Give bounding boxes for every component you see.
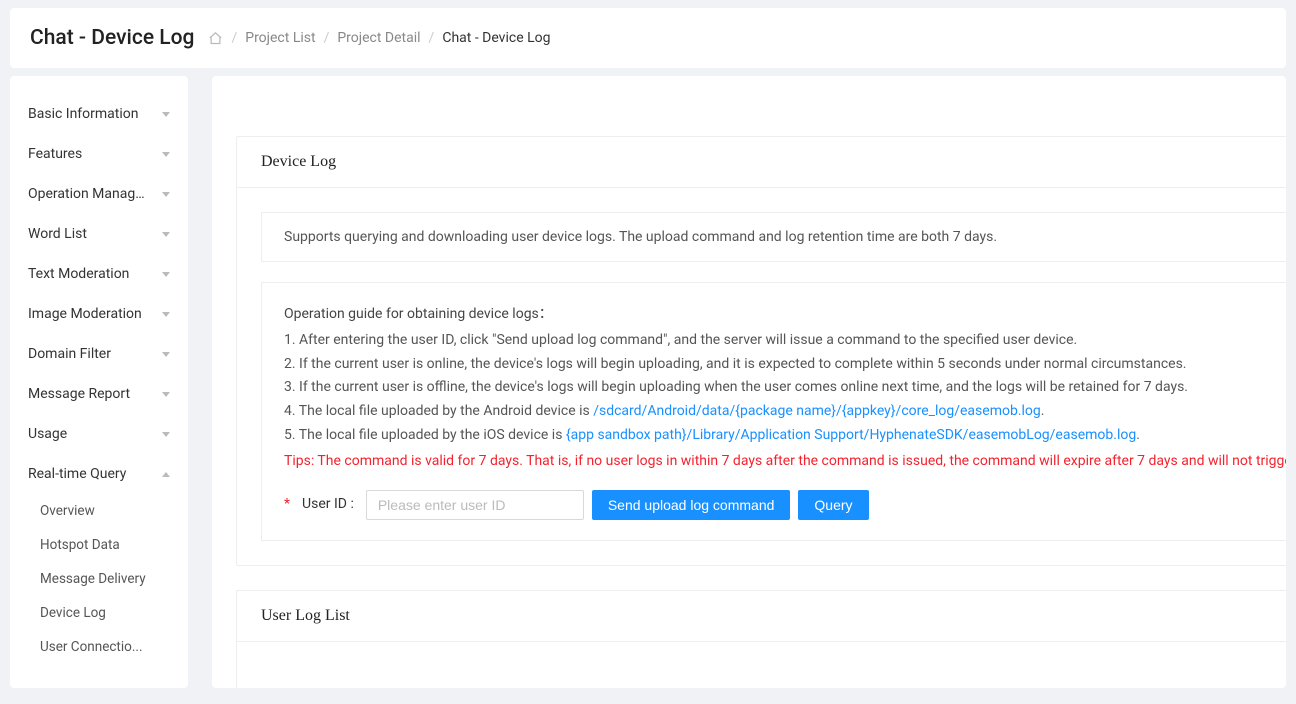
sidebar-item-real-time-query[interactable]: Real-time Query [10, 454, 188, 494]
guide-step-4-post: . [1041, 403, 1045, 419]
chevron-down-icon [162, 112, 170, 117]
guide-step-5-post: . [1136, 427, 1140, 443]
chevron-up-icon [162, 472, 170, 477]
sidebar-sub-overview[interactable]: Overview [10, 494, 188, 528]
device-log-card: Device Log Supports querying and downloa… [236, 136, 1286, 566]
guide-step-3: 3. If the current user is offline, the d… [284, 376, 1286, 400]
user-id-input[interactable] [366, 490, 584, 520]
breadcrumb-project-list[interactable]: Project List [245, 30, 315, 46]
guide-step-5: 5. The local file uploaded by the iOS de… [284, 424, 1286, 448]
sidebar-item-label: Usage [28, 426, 146, 442]
sidebar-sub-user-connection[interactable]: User Connectio... [10, 630, 188, 664]
breadcrumb-current: Chat - Device Log [442, 30, 550, 46]
sidebar-item-basic-information[interactable]: Basic Information [10, 94, 188, 134]
device-log-guide: Operation guide for obtaining device log… [261, 282, 1286, 541]
breadcrumb-sep: / [429, 30, 435, 46]
main-content[interactable]: Device Log Supports querying and downloa… [212, 76, 1286, 688]
sidebar-item-label: Basic Information [28, 106, 146, 122]
breadcrumb-sep: / [231, 30, 237, 46]
device-log-title: Device Log [237, 137, 1286, 188]
header-bar: Chat - Device Log / Project List / Proje… [10, 8, 1286, 68]
android-path-link: /sdcard/Android/data/{package name}/{app… [593, 403, 1041, 419]
sidebar-sub-hotspot-data[interactable]: Hotspot Data [10, 528, 188, 562]
guide-tip: Tips: The command is valid for 7 days. T… [284, 450, 1286, 474]
user-log-list-card: User Log List [236, 590, 1286, 688]
sidebar: Basic Information Features Operation Man… [10, 76, 188, 688]
page-title: Chat - Device Log [30, 26, 194, 50]
sidebar-sub-message-delivery[interactable]: Message Delivery [10, 562, 188, 596]
send-upload-log-command-button[interactable]: Send upload log command [592, 490, 791, 520]
home-icon[interactable] [208, 31, 223, 46]
sidebar-item-label: Features [28, 146, 146, 162]
sidebar-item-label: Message Report [28, 386, 146, 402]
chevron-down-icon [162, 392, 170, 397]
sidebar-item-features[interactable]: Features [10, 134, 188, 174]
device-log-alert: Supports querying and downloading user d… [261, 212, 1286, 262]
guide-title: Operation guide for obtaining device log… [284, 303, 1286, 327]
sidebar-item-label: Domain Filter [28, 346, 146, 362]
guide-step-4-pre: 4. The local file uploaded by the Androi… [284, 403, 593, 419]
chevron-down-icon [162, 272, 170, 277]
chevron-down-icon [162, 192, 170, 197]
breadcrumb-sep: / [324, 30, 330, 46]
sidebar-item-label: Operation Manag... [28, 186, 146, 202]
chevron-down-icon [162, 352, 170, 357]
chevron-down-icon [162, 232, 170, 237]
guide-step-2: 2. If the current user is online, the de… [284, 353, 1286, 377]
sidebar-item-domain-filter[interactable]: Domain Filter [10, 334, 188, 374]
sidebar-item-word-list[interactable]: Word List [10, 214, 188, 254]
sidebar-item-message-report[interactable]: Message Report [10, 374, 188, 414]
user-id-label: User ID : [302, 493, 354, 517]
chevron-down-icon [162, 312, 170, 317]
query-button[interactable]: Query [798, 490, 868, 520]
chevron-down-icon [162, 152, 170, 157]
sidebar-item-text-moderation[interactable]: Text Moderation [10, 254, 188, 294]
guide-step-5-pre: 5. The local file uploaded by the iOS de… [284, 427, 566, 443]
breadcrumb: / Project List / Project Detail / Chat -… [208, 30, 550, 46]
sidebar-item-label: Real-time Query [28, 466, 146, 482]
required-star-icon: * [284, 493, 290, 517]
sidebar-item-label: Text Moderation [28, 266, 146, 282]
sidebar-item-label: Word List [28, 226, 146, 242]
user-log-list-title: User Log List [237, 591, 1286, 642]
breadcrumb-project-detail[interactable]: Project Detail [337, 30, 420, 46]
chevron-down-icon [162, 432, 170, 437]
user-id-form-row: * User ID : Send upload log command Quer… [284, 490, 1286, 520]
sidebar-sub-device-log[interactable]: Device Log [10, 596, 188, 630]
sidebar-item-usage[interactable]: Usage [10, 414, 188, 454]
sidebar-item-operation-management[interactable]: Operation Manag... [10, 174, 188, 214]
sidebar-item-image-moderation[interactable]: Image Moderation [10, 294, 188, 334]
guide-step-1: 1. After entering the user ID, click "Se… [284, 329, 1286, 353]
sidebar-item-label: Image Moderation [28, 306, 146, 322]
ios-path-link: {app sandbox path}/Library/Application S… [566, 427, 1136, 443]
guide-step-4: 4. The local file uploaded by the Androi… [284, 400, 1286, 424]
